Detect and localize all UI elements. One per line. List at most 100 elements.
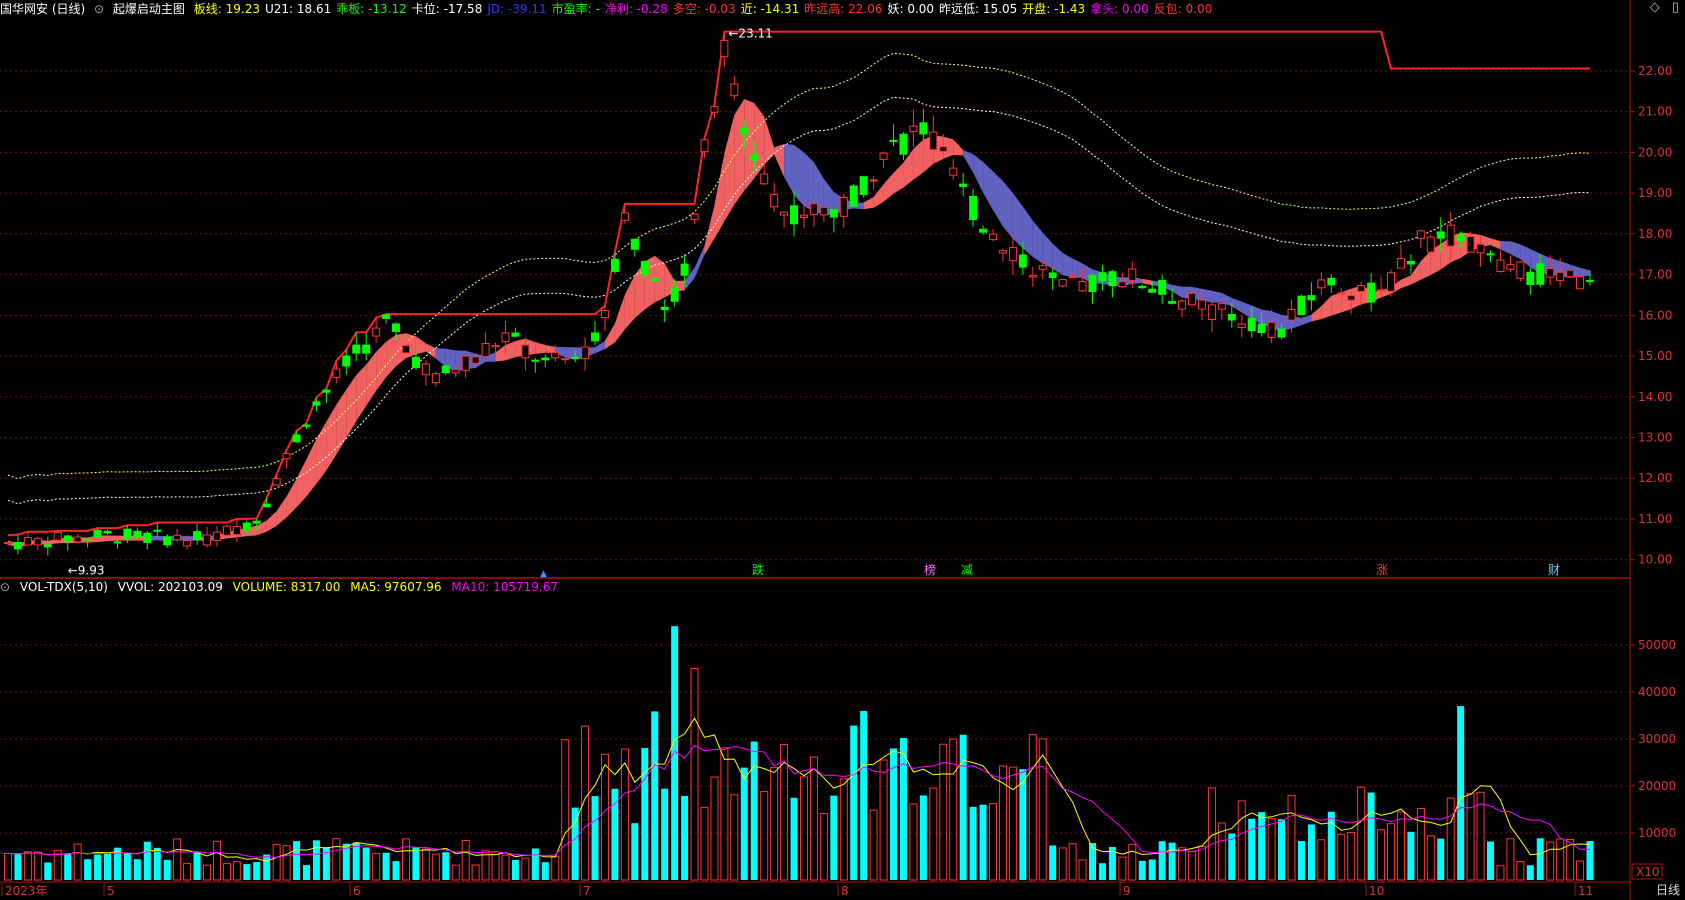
volume-bar [839, 778, 848, 881]
candle-body [1307, 295, 1316, 301]
candle-body [1576, 276, 1585, 290]
volume-bar [1188, 851, 1197, 881]
trend-band-segment [296, 459, 307, 508]
trend-band-segment [714, 153, 725, 239]
candle-body [183, 540, 192, 547]
candle-body [1506, 264, 1515, 270]
candle-body [799, 214, 808, 218]
trend-band-segment [1052, 243, 1063, 276]
trend-band-segment [1510, 241, 1521, 260]
resistance-ladder-line [7, 30, 1590, 537]
volume-bar [372, 852, 381, 881]
candle-body [1496, 259, 1505, 273]
candle-body [600, 310, 609, 319]
trend-band-segment [873, 184, 884, 208]
candle-body [680, 263, 689, 276]
candle-body [1058, 279, 1067, 287]
price-tick-label: 19.00 [1638, 186, 1672, 200]
volume-bar [949, 738, 958, 881]
trend-band-segment [306, 438, 317, 497]
candle-body [531, 359, 540, 362]
volume-bar [1416, 808, 1425, 881]
volume-bar [1506, 838, 1515, 881]
volume-bar [1526, 865, 1534, 880]
time-tick-label: 11 [1578, 884, 1593, 898]
volume-bar [561, 739, 570, 881]
volume-bar [1019, 769, 1027, 880]
volume-bar [243, 864, 251, 880]
trend-band-segment [1331, 292, 1342, 316]
volume-bar [879, 759, 888, 881]
candle-body [491, 344, 500, 348]
trend-band-segment [1420, 250, 1431, 280]
candle-body [1387, 272, 1396, 292]
candle-body [1486, 253, 1495, 256]
event-mark: 财 [1548, 563, 1560, 577]
trend-band-segment [1500, 241, 1511, 255]
price-tick-label: 12.00 [1638, 471, 1672, 485]
volume-bar [44, 862, 52, 880]
volume-bar [1168, 842, 1176, 880]
volume-bar [1347, 831, 1356, 881]
candle-body [1197, 299, 1206, 310]
candle-body [153, 529, 162, 532]
volume-bar [312, 840, 320, 880]
candle-body [421, 363, 430, 376]
volume-bar [1138, 860, 1146, 880]
volume-bar [491, 851, 500, 881]
candle-body [989, 233, 998, 241]
candle-body [1357, 285, 1366, 292]
trend-band-segment [595, 340, 605, 354]
candle-body [461, 355, 470, 372]
volume-bar [750, 741, 758, 880]
time-tick-label: 2023年 [5, 884, 48, 898]
volume-bar [1098, 863, 1106, 880]
volume-bar [979, 804, 987, 880]
candle-body [173, 534, 182, 541]
volume-bar [94, 854, 102, 880]
trend-band-segment [1022, 206, 1033, 258]
candle-body [1396, 258, 1405, 269]
volume-bar [173, 838, 182, 881]
volume-tick-label: 30000 [1638, 732, 1676, 746]
candle-body [43, 544, 52, 548]
candle-body [591, 332, 600, 342]
volume-bar [799, 776, 808, 881]
price-tick-label: 15.00 [1638, 349, 1672, 363]
volume-bar [253, 862, 261, 880]
trend-band-segment [913, 139, 924, 180]
volume-bar [1028, 734, 1037, 881]
candle-body [630, 238, 639, 250]
price-tick-label: 11.00 [1638, 512, 1672, 526]
volume-bar [1278, 819, 1286, 880]
volume-bar [1118, 856, 1127, 881]
candle-body [232, 526, 241, 535]
volume-bar [461, 840, 470, 881]
trend-band-segment [953, 139, 964, 156]
candle-body [501, 332, 510, 343]
chart-area[interactable]: 22.00 21.00 20.00 19.00 18.00 17.00 16.00 15.00… [0, 0, 1685, 900]
candle-body [521, 344, 530, 359]
candle-body [710, 106, 719, 113]
candle-body [23, 537, 32, 546]
candle-body [750, 154, 759, 161]
trend-band-segment [1241, 301, 1252, 319]
candle-body [1188, 292, 1197, 306]
candle-body [780, 211, 789, 216]
candle-body [571, 357, 580, 360]
candle-body [1546, 268, 1555, 278]
volume-ma5-line [7, 717, 1591, 862]
candle-body [1267, 321, 1276, 339]
candle-body [212, 531, 221, 541]
candle-body [322, 389, 331, 393]
candle-body [909, 125, 918, 133]
trend-band-segment [963, 150, 974, 173]
volume-bar [1128, 843, 1137, 881]
volume-tick-label: 40000 [1638, 685, 1676, 699]
volume-bar [720, 747, 729, 881]
trend-band-segment [1072, 258, 1083, 279]
price-tick-label: 22.00 [1638, 64, 1672, 78]
trend-band-segment [863, 197, 874, 210]
period-label[interactable]: 日线 [1656, 881, 1680, 898]
candle-body [63, 535, 72, 543]
